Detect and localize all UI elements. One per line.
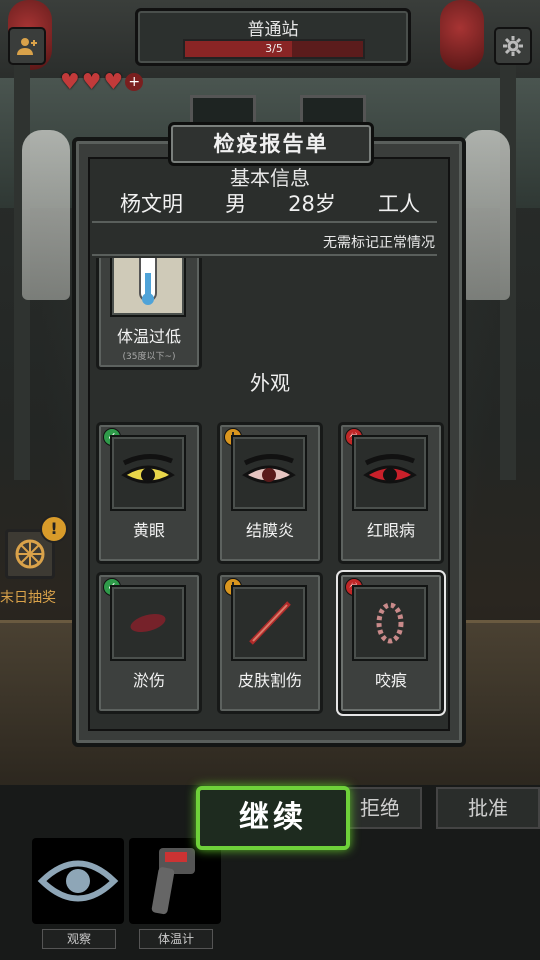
report-title: 检疫报告单 <box>168 122 374 166</box>
report-note: 无需标记正常情况 <box>323 235 435 251</box>
hazmat-worker <box>462 130 510 300</box>
thermometer-tool-label: 体温计 <box>139 929 213 949</box>
observe-tool[interactable] <box>32 838 124 924</box>
person-gender: 男 <box>225 192 247 216</box>
heart-icon: ♥ <box>103 70 124 95</box>
station-progress-bar: 3/5 <box>183 39 365 59</box>
person-name: 杨文明 <box>120 192 183 216</box>
divider <box>92 221 437 223</box>
continue-button[interactable]: 继续 <box>196 786 350 850</box>
divider <box>92 254 437 256</box>
symptom-card-conjunctivitis[interactable]: ! 结膜炎 <box>217 422 323 564</box>
basic-info-title: 基本信息 <box>230 166 310 190</box>
station-name: 普通站 <box>247 20 299 40</box>
symptom-label: 咬痕 <box>374 671 407 690</box>
lottery-alert-badge: ! <box>40 515 68 543</box>
reject-button[interactable]: 拒绝 <box>338 787 422 829</box>
gear-icon[interactable] <box>494 27 532 65</box>
symptom-card-yellow-eye[interactable]: ✓ 黄眼 <box>96 422 202 564</box>
symptom-label: 黄眼 <box>132 521 165 540</box>
lives-bar: ♥ ♥ ♥ + <box>60 70 144 95</box>
doomsday-lottery[interactable]: ! 末日抽奖 <box>0 515 68 615</box>
symptom-card-skin-cut[interactable]: ! 皮肤割伤 <box>217 572 323 714</box>
conjunctivitis-eye-icon <box>231 435 307 511</box>
symptom-label: 皮肤割伤 <box>237 671 302 690</box>
person-info-row: 杨文明 男 28岁 工人 <box>120 188 420 218</box>
hazmat-worker <box>22 130 70 300</box>
station-progress-text: 3/5 <box>265 42 283 55</box>
heart-icon: ♥ <box>81 70 102 95</box>
symptom-card-red-eye[interactable]: ☣ 红眼病 <box>338 422 444 564</box>
person-job: 工人 <box>377 192 420 216</box>
heart-icon: ♥ <box>60 70 80 95</box>
lottery-label: 末日抽奖 <box>0 590 56 606</box>
symptom-card-bite-mark[interactable]: ☣ 咬痕 <box>338 572 444 714</box>
yellow-eye-icon <box>110 435 186 511</box>
bruise-icon <box>110 585 186 661</box>
person-age: 28岁 <box>288 192 336 216</box>
eye-icon <box>37 860 119 902</box>
temperature-card-sub: (35度以下~) <box>122 352 176 362</box>
red-eye-icon <box>352 435 428 511</box>
symptom-label: 红眼病 <box>366 521 415 540</box>
observe-tool-label: 观察 <box>42 929 116 949</box>
appearance-title: 外观 <box>250 371 290 395</box>
skin-cut-icon <box>231 585 307 661</box>
station-panel: 普通站 3/5 <box>135 8 411 66</box>
lantern-right <box>440 0 484 70</box>
symptom-card-bruise[interactable]: ✓ 淤伤 <box>96 572 202 714</box>
temperature-card-label: 体温过低 <box>116 327 181 346</box>
thermometer-tool[interactable] <box>129 838 221 924</box>
symptom-label: 淤伤 <box>132 671 165 690</box>
add-user-icon[interactable] <box>8 27 46 65</box>
symptom-label: 结膜炎 <box>245 521 294 540</box>
bite-mark-icon <box>352 585 428 661</box>
approve-button[interactable]: 批准 <box>436 787 540 829</box>
thermometer-gun-icon <box>151 848 195 915</box>
add-life-icon[interactable]: + <box>125 73 144 91</box>
